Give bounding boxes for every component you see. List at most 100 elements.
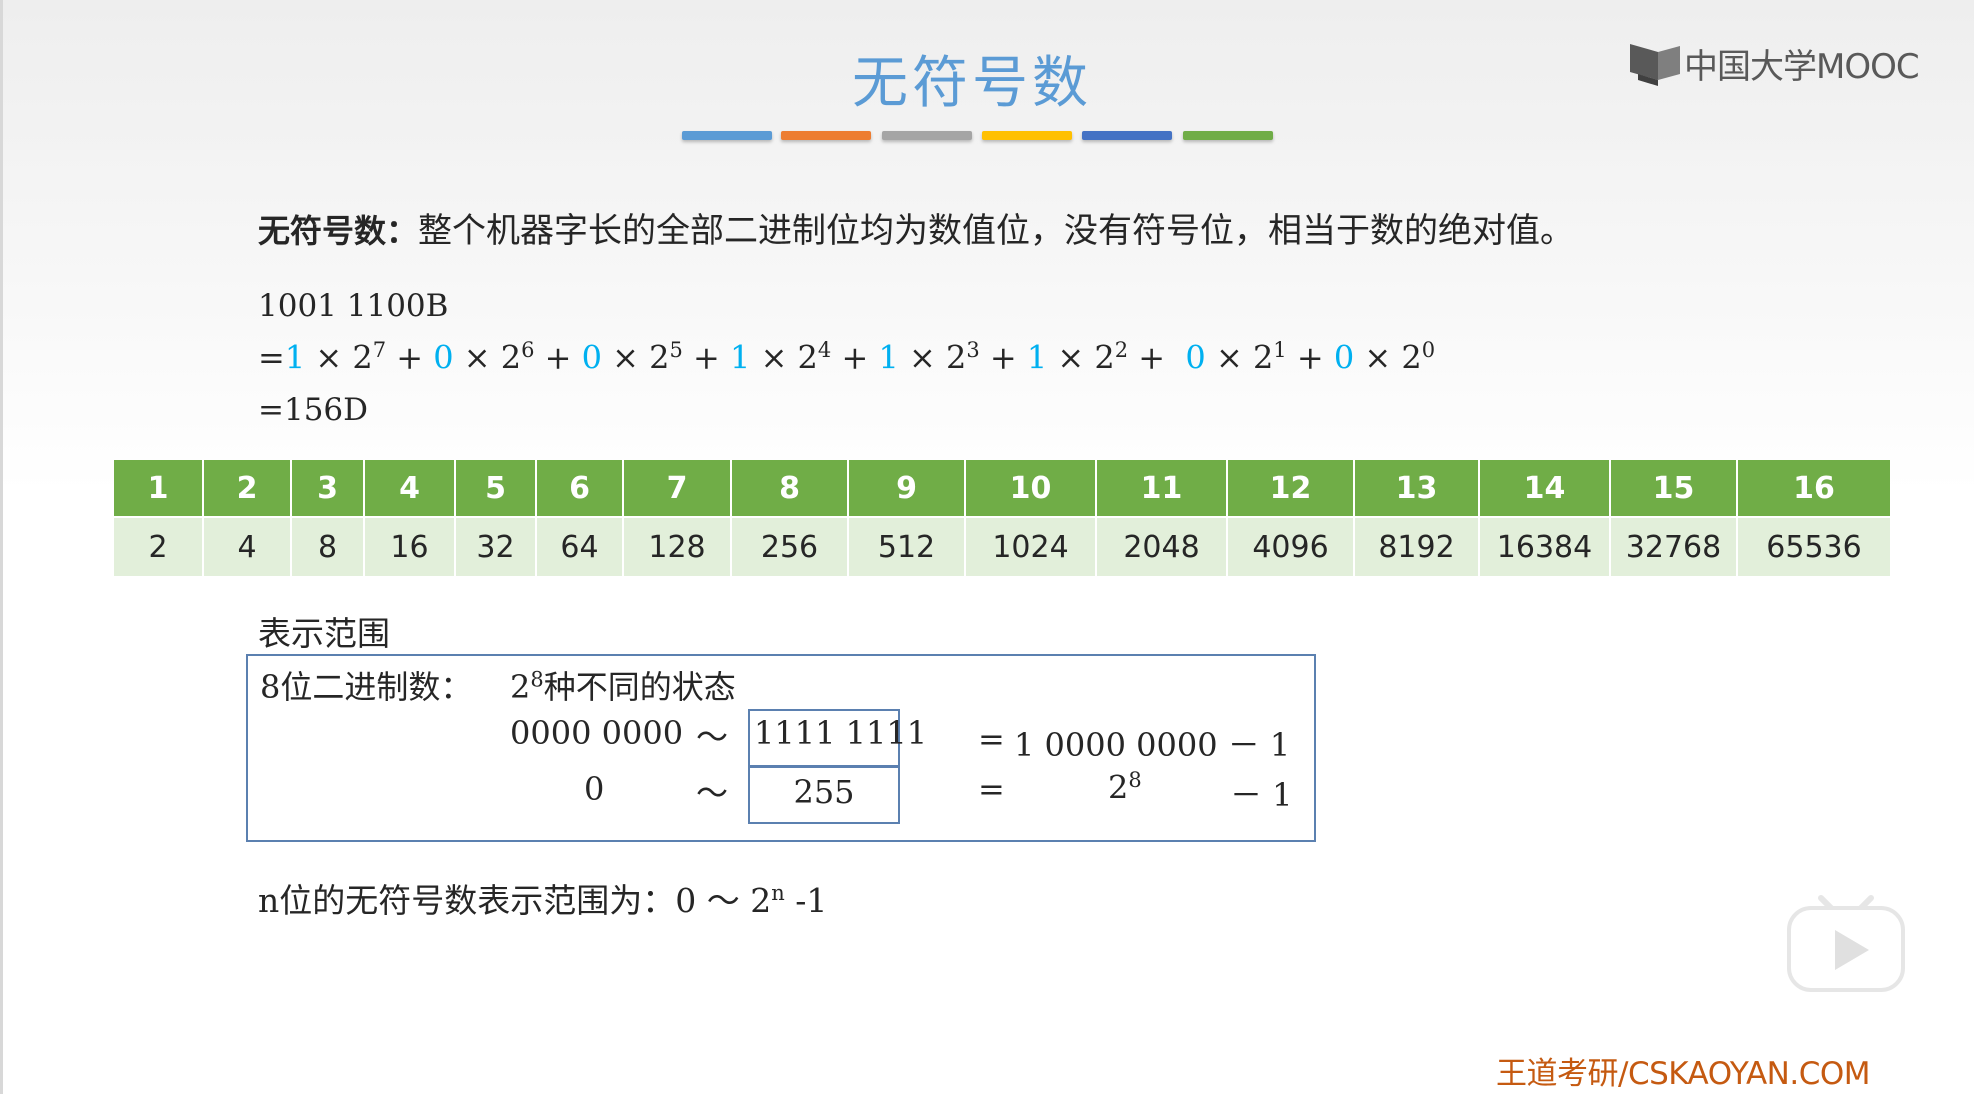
table-value-cell: 16 — [364, 516, 456, 576]
expansion-coef: 0 — [1185, 338, 1206, 377]
table-header-cell: 10 — [965, 460, 1097, 517]
range-summary: n位的无符号数表示范围为：0 ～ 2n -1 — [258, 874, 827, 922]
table-value-cell: 2048 — [1096, 516, 1228, 576]
table-value-cell: 32 — [455, 516, 537, 576]
table-value-cell: 1024 — [965, 516, 1097, 576]
table-value-cell: 65536 — [1737, 516, 1890, 576]
slide: 无符号数 中国大学MOOC 无符号数：整个机器字长的全部二进制位均为数值位，没有… — [0, 0, 1974, 1094]
expansion-base: 2 — [649, 338, 670, 377]
binary-expansion: =1 × 27 + 0 × 26 + 0 × 25 + 1 × 24 + 1 ×… — [258, 338, 1436, 377]
row2-left: 0 — [584, 770, 605, 808]
table-value-cell: 2 — [114, 516, 204, 576]
table-value-cell: 8192 — [1354, 516, 1480, 576]
table-header-cell: 14 — [1479, 460, 1611, 517]
expansion-base: 2 — [1252, 338, 1274, 377]
table-value-cell: 16384 — [1479, 516, 1611, 576]
expansion-exp: 7 — [372, 338, 387, 362]
expansion-exp: 0 — [1421, 338, 1436, 362]
row1-right: 1 0000 0000 － 1 — [1014, 726, 1291, 764]
table-header-cell: 7 — [623, 460, 732, 517]
expansion-exp: 2 — [1114, 338, 1129, 362]
color-bar — [1082, 131, 1172, 140]
expansion-base: 2 — [352, 338, 373, 377]
color-bar — [982, 131, 1072, 140]
table-value-cell: 128 — [623, 516, 732, 576]
binary-number: 1001 1100B — [258, 288, 449, 324]
table-value-cell: 512 — [848, 516, 966, 576]
color-bar — [682, 131, 772, 140]
table-header-cell: 3 — [291, 460, 365, 517]
range-box: 8位二进制数： 28种不同的状态 0000 0000 ～ 1111 1111 =… — [246, 654, 1316, 842]
table-header-cell: 13 — [1354, 460, 1480, 517]
expansion-coef: 0 — [581, 338, 602, 377]
table-value-cell: 64 — [536, 516, 624, 576]
states-exp: 8 — [530, 667, 544, 692]
summary-text: n位的无符号数表示范围为：0 ～ — [258, 881, 751, 920]
tilde: ～ — [696, 718, 729, 756]
mooc-logo-icon — [1630, 44, 1680, 86]
table-value-cell: 256 — [731, 516, 849, 576]
box-label: 8位二进制数： — [260, 668, 473, 706]
table-header-cell: 4 — [364, 460, 456, 517]
table-header-cell: 11 — [1096, 460, 1228, 517]
expansion-base: 2 — [945, 338, 967, 377]
definition-text: 整个机器字长的全部二进制位均为数值位，没有符号位，相当于数的绝对值。 — [418, 211, 1575, 251]
definition: 无符号数：整个机器字长的全部二进制位均为数值位，没有符号位，相当于数的绝对值。 — [258, 203, 1574, 252]
expansion-exp: 1 — [1273, 338, 1287, 362]
expansion-base: 2 — [1094, 338, 1115, 377]
expansion-coef: 1 — [878, 338, 899, 377]
expansion-coef: 1 — [284, 338, 306, 377]
table-value-cell: 32768 — [1610, 516, 1738, 576]
slide-edge — [0, 0, 3, 1094]
expansion-prefix: = — [258, 338, 285, 377]
table-value-cell: 4 — [203, 516, 292, 576]
color-bar — [781, 131, 871, 140]
states-line: 28种不同的状态 — [510, 662, 736, 708]
table-value-cell: 8 — [291, 516, 365, 576]
max-decimal-box: 255 — [748, 766, 900, 824]
row2-tail: － 1 — [1230, 776, 1293, 814]
table-value-row: 2 4 8 16 32 64 128 256 512 1024 2048 409… — [114, 516, 1890, 576]
color-bar — [882, 131, 972, 140]
expansion-base: 2 — [500, 338, 522, 377]
color-bar — [1183, 131, 1273, 140]
summary-base: 2 — [750, 881, 772, 920]
expansion-base: 2 — [1401, 338, 1422, 377]
summary-tail: -1 — [784, 881, 828, 920]
row2-exp: 8 — [1128, 768, 1142, 792]
row2-base: 2 — [1108, 768, 1129, 807]
decimal-result: =156D — [258, 392, 368, 428]
table-header-cell: 8 — [731, 460, 849, 517]
tilde: ～ — [696, 774, 729, 812]
expansion-base: 2 — [797, 338, 818, 377]
states-text: 种不同的状态 — [543, 668, 736, 706]
table-header-cell: 1 — [114, 460, 204, 517]
equals-sign: = — [978, 770, 1005, 808]
expansion-exp: 6 — [521, 338, 535, 362]
expansion-exp: 3 — [966, 338, 980, 362]
mooc-logo: 中国大学MOOC — [1628, 38, 1920, 88]
expansion-coef: 0 — [433, 338, 454, 377]
power-of-two-table: 1 2 3 4 5 6 7 8 9 10 11 12 13 14 15 16 2… — [114, 460, 1890, 576]
table-header-cell: 5 — [455, 460, 537, 517]
equals-sign: = — [978, 720, 1005, 758]
max-decimal: 255 — [793, 773, 855, 811]
table-header-cell: 9 — [848, 460, 966, 517]
table-header-cell: 15 — [1610, 460, 1738, 517]
footer-brand: 王道考研/CSKAOYAN.COM — [1496, 1056, 1871, 1092]
range-heading: 表示范围 — [258, 614, 390, 653]
expansion-coef: 1 — [1026, 338, 1048, 377]
expansion-coef: 1 — [730, 338, 751, 377]
summary-exp: n — [771, 881, 785, 905]
table-header-cell: 2 — [203, 460, 292, 517]
play-icon[interactable] — [1785, 884, 1907, 996]
max-binary: 1111 1111 — [754, 714, 928, 752]
table-header-cell: 12 — [1227, 460, 1355, 517]
states-base: 2 — [510, 668, 531, 706]
table-header-cell: 16 — [1737, 460, 1890, 517]
definition-term: 无符号数： — [258, 212, 419, 250]
table-header-row: 1 2 3 4 5 6 7 8 9 10 11 12 13 14 15 16 — [114, 460, 1890, 517]
row1-left: 0000 0000 — [510, 714, 684, 752]
table-value-cell: 4096 — [1227, 516, 1355, 576]
expansion-exp: 4 — [817, 338, 832, 362]
